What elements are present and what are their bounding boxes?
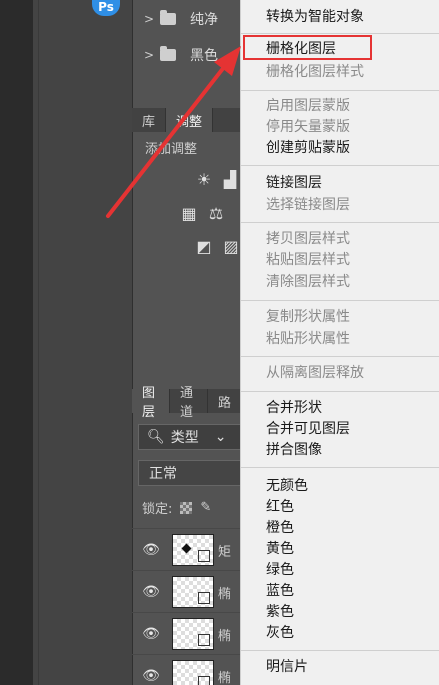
annotation-arrow-icon: [106, 46, 241, 218]
arrow-head: [214, 46, 241, 76]
arrow-shaft: [106, 60, 230, 218]
photoshop-window: Ps > 纯净 > 黑色 库 调整 添加调整 ☀ ▟ ▦ ⚖ ◩ ▨ 图层 通道…: [0, 0, 439, 685]
